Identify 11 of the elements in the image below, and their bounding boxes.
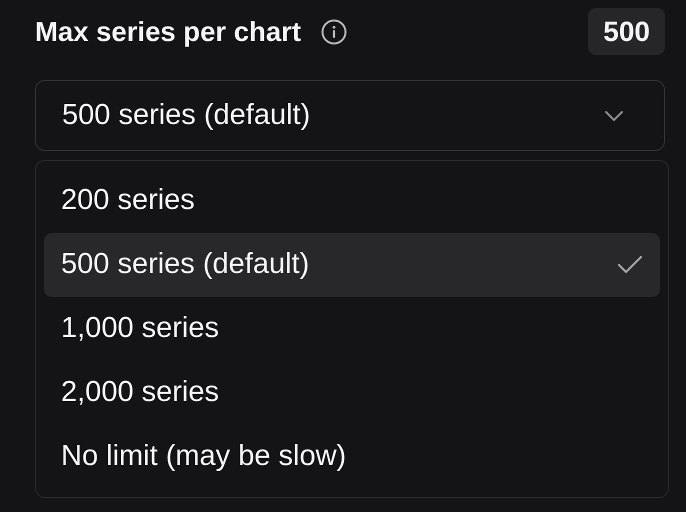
menu-option[interactable]: No limit (may be slow) bbox=[44, 425, 660, 489]
value-badge: 500 bbox=[588, 8, 665, 55]
check-icon bbox=[617, 255, 643, 275]
menu-option[interactable]: 500 series (default) bbox=[44, 233, 660, 297]
setting-label: Max series per chart bbox=[35, 14, 301, 49]
menu-option[interactable]: 200 series bbox=[44, 169, 660, 233]
select-dropdown[interactable]: 500 series (default) bbox=[35, 80, 665, 151]
chevron-icon bbox=[604, 110, 624, 122]
menu-option[interactable]: 2,000 series bbox=[44, 361, 660, 425]
info-icon[interactable] bbox=[320, 18, 347, 44]
menu-option[interactable]: 1,000 series bbox=[44, 297, 660, 361]
